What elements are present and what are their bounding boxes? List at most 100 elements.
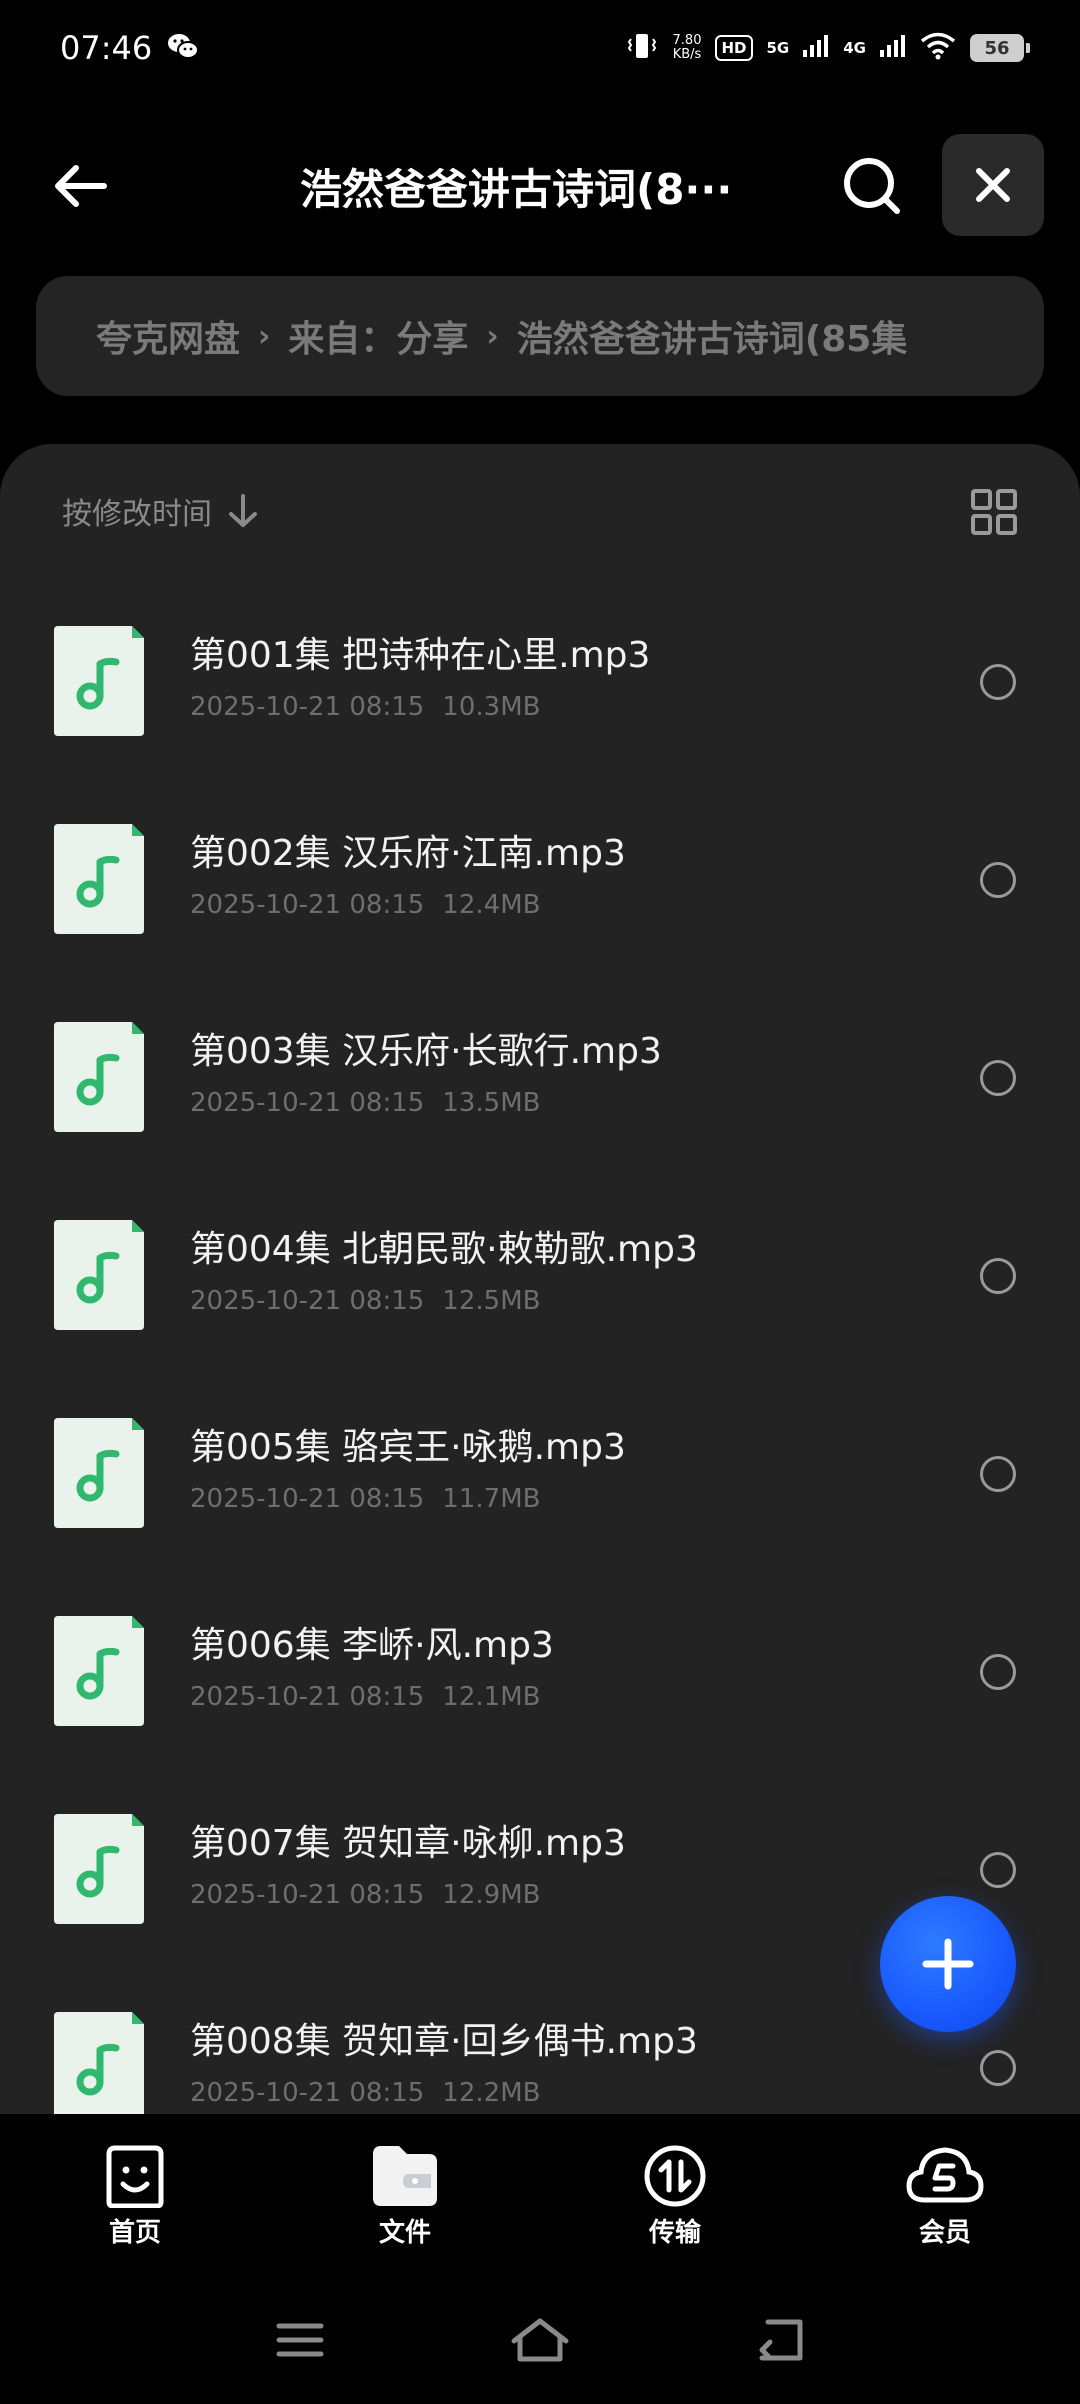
nav-home[interactable]: 首页 [45,2144,225,2249]
select-checkbox[interactable] [980,1456,1016,1492]
search-button[interactable] [836,150,908,222]
vibrate-icon [625,31,659,65]
signal-icon [880,35,906,61]
file-meta: 2025-10-21 08:15 12.1MB [190,1682,540,1712]
file-name: 第001集 把诗种在心里.mp3 [190,635,651,676]
breadcrumb-item-current[interactable]: 浩然爸爸讲古诗词(85集 [517,310,908,362]
breadcrumb-item-root[interactable]: 夸克网盘 [96,310,240,362]
file-size: 12.5MB [442,1286,541,1316]
hd-badge: HD [715,35,753,61]
file-date: 2025-10-21 08:15 [190,1880,425,1910]
select-checkbox[interactable] [980,1060,1016,1096]
add-button[interactable] [880,1896,1016,2032]
file-name: 第003集 汉乐府·长歌行.mp3 [190,1031,662,1072]
file-date: 2025-10-21 08:15 [190,1484,425,1514]
list-item[interactable]: 第003集 汉乐府·长歌行.mp3 2025-10-21 08:15 13.5M… [0,988,1080,1186]
file-name: 第006集 李峤·风.mp3 [190,1625,554,1666]
close-icon [976,168,1010,202]
nav-vip[interactable]: 会员 [855,2144,1035,2249]
back-button[interactable] [44,150,116,222]
list-item[interactable]: 第006集 李峤·风.mp3 2025-10-21 08:15 12.1MB [0,1582,1080,1780]
status-time: 07:46 [60,29,153,67]
nav-transfer[interactable]: 传输 [585,2144,765,2249]
net-speed: 7.80 KB/s [673,34,702,62]
folder-icon [373,2146,437,2206]
list-item[interactable]: 第004集 北朝民歌·敕勒歌.mp3 2025-10-21 08:15 12.5… [0,1186,1080,1384]
breadcrumb-item-share[interactable]: 来自：分享 [288,310,468,362]
file-meta: 2025-10-21 08:15 12.5MB [190,1286,540,1316]
back-nav-button[interactable] [748,2308,812,2372]
net-speed-unit: KB/s [672,47,702,62]
arrow-left-icon [55,165,107,207]
file-name: 第008集 贺知章·回乡偶书.mp3 [190,2021,698,2062]
back-icon [759,2319,803,2361]
arrow-down-icon [229,494,257,527]
music-file-icon [54,626,144,736]
file-meta: 2025-10-21 08:15 12.9MB [190,1880,540,1910]
nav-files[interactable]: 文件 [315,2144,495,2249]
recent-apps-button[interactable] [268,2308,332,2372]
file-size: 10.3MB [442,692,541,722]
wechat-icon [166,31,200,65]
select-checkbox[interactable] [980,2050,1016,2086]
file-size: 12.1MB [442,1682,541,1712]
menu-icon [276,2323,324,2357]
file-date: 2025-10-21 08:15 [190,2078,425,2108]
select-checkbox[interactable] [980,1258,1016,1294]
sort-selector[interactable]: 按修改时间 [62,486,260,536]
grid-view-toggle[interactable] [970,488,1018,536]
file-name: 第004集 北朝民歌·敕勒歌.mp3 [190,1229,698,1270]
music-file-icon [54,1616,144,1726]
file-meta: 2025-10-21 08:15 12.2MB [190,2078,540,2108]
select-checkbox[interactable] [980,664,1016,700]
select-checkbox[interactable] [980,1654,1016,1690]
close-button[interactable] [942,134,1044,236]
wifi-icon [920,32,956,64]
select-checkbox[interactable] [980,862,1016,898]
file-meta: 2025-10-21 08:15 12.4MB [190,890,540,920]
file-date: 2025-10-21 08:15 [190,692,425,722]
file-size: 13.5MB [442,1088,541,1118]
music-file-icon [54,2012,144,2114]
list-item[interactable]: 第001集 把诗种在心里.mp3 2025-10-21 08:15 10.3MB [0,592,1080,790]
system-nav-bar [0,2290,1080,2390]
file-name: 第005集 骆宾王·咏鹅.mp3 [190,1427,626,1468]
file-meta: 2025-10-21 08:15 11.7MB [190,1484,540,1514]
file-meta: 2025-10-21 08:15 10.3MB [190,692,540,722]
file-panel: 按修改时间 第001集 把诗种在心里.mp3 2025-10-21 08:15 … [0,444,1080,2114]
chevron-right-icon: › [258,318,271,354]
grid-icon [971,489,1017,535]
net-type-5g: 5G [766,39,790,57]
file-size: 12.2MB [442,2078,541,2108]
file-size: 12.9MB [442,1880,541,1910]
nav-transfer-label: 传输 [648,2218,701,2248]
file-meta: 2025-10-21 08:15 13.5MB [190,1088,540,1118]
nav-vip-label: 会员 [918,2218,971,2248]
file-date: 2025-10-21 08:15 [190,1682,425,1712]
signal-icon [803,35,829,61]
sort-label: 按修改时间 [62,497,212,532]
file-date: 2025-10-21 08:15 [190,1286,425,1316]
status-bar: 07:46 7.80 KB/s HD 5G 4G 56 [0,0,1080,96]
bottom-nav: 首页 文件 传输 会员 [0,2114,1080,2254]
list-item[interactable]: 第002集 汉乐府·江南.mp3 2025-10-21 08:15 12.4MB [0,790,1080,988]
music-file-icon [54,1814,144,1924]
music-file-icon [54,1418,144,1528]
search-icon [844,158,900,214]
nav-home-label: 首页 [108,2218,161,2248]
chevron-right-icon: › [486,318,499,354]
file-name: 第007集 贺知章·咏柳.mp3 [190,1823,626,1864]
nav-files-label: 文件 [378,2218,431,2248]
battery-indicator: 56 [970,34,1030,62]
smiley-icon [106,2145,164,2208]
select-checkbox[interactable] [980,1852,1016,1888]
net-type-4g: 4G [843,39,866,57]
plus-icon [922,1938,974,1990]
page-title: 浩然爸爸讲古诗词(8··· [300,165,733,214]
home-button[interactable] [508,2308,572,2372]
file-date: 2025-10-21 08:15 [190,1088,425,1118]
net-speed-value: 7.80 [672,33,702,48]
cloud-vip-icon [906,2147,984,2203]
list-item[interactable]: 第005集 骆宾王·咏鹅.mp3 2025-10-21 08:15 11.7MB [0,1384,1080,1582]
home-icon [511,2318,569,2362]
